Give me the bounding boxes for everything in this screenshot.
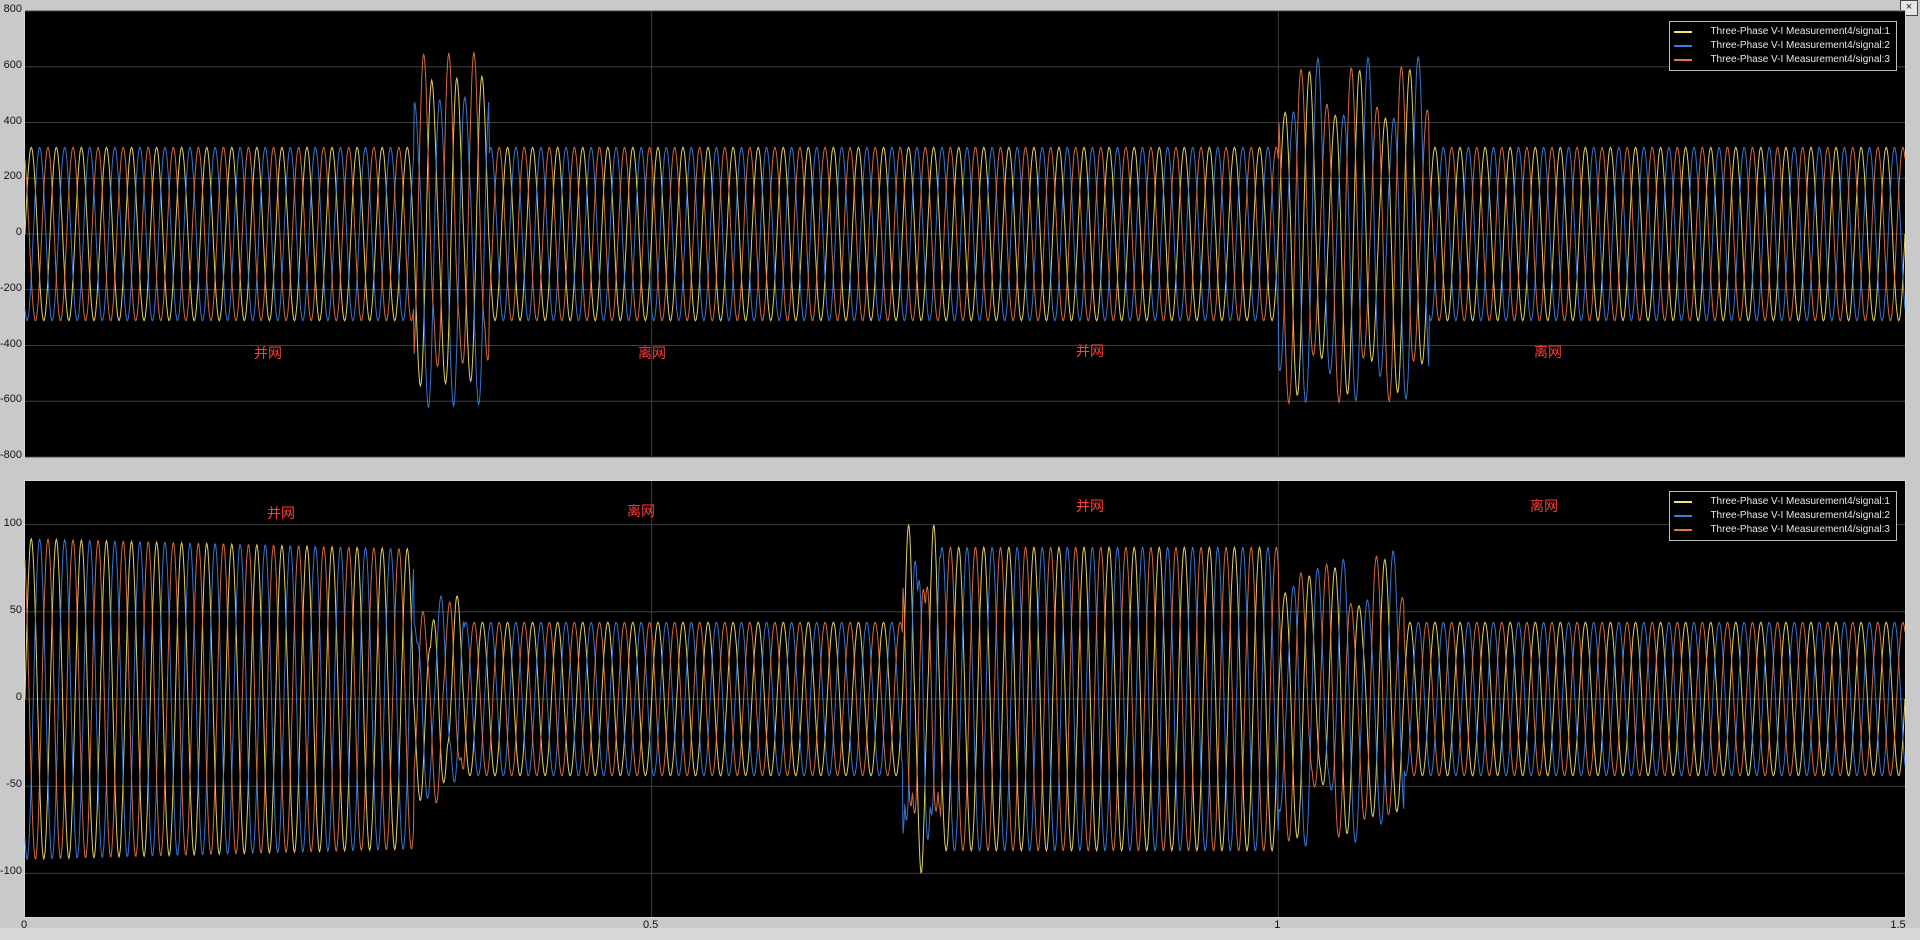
current-plot-canvas [24,481,1906,917]
legend-entry-signal3: Three-Phase V-I Measurement4/signal:3 [1674,53,1890,67]
voltage-plot-canvas [24,10,1906,458]
legend-label: Three-Phase V-I Measurement4/signal:1 [1710,26,1890,37]
y-tick-label: 200 [3,170,22,183]
scope-window: × Three-Phase V-I Measurement4/signal:1 … [0,0,1920,940]
legend-label: Three-Phase V-I Measurement4/signal:2 [1710,40,1890,51]
y-tick-label: -400 [0,337,22,350]
y-tick-label: 0 [15,226,22,238]
legend-entry-signal2: Three-Phase V-I Measurement4/signal:2 [1674,39,1890,53]
legend-label: Three-Phase V-I Measurement4/signal:3 [1710,524,1890,535]
legend-swatch-signal3 [1674,529,1693,531]
y-tick-label: 50 [9,603,22,616]
legend-swatch-signal3 [1674,59,1693,61]
annotation-grid-connected: 并网 [1076,499,1104,515]
legend-swatch-signal2 [1674,45,1693,47]
y-tick-label: -50 [6,778,22,791]
annotation-islanded: 离网 [638,346,666,362]
voltage-legend: Three-Phase V-I Measurement4/signal:1 Th… [1669,21,1897,71]
legend-entry-signal1: Three-Phase V-I Measurement4/signal:1 [1674,495,1890,509]
legend-entry-signal2: Three-Phase V-I Measurement4/signal:2 [1674,509,1890,523]
annotation-islanded: 离网 [1534,345,1562,361]
y-tick-label: -200 [0,281,22,294]
annotation-grid-connected: 并网 [267,506,295,522]
legend-swatch-signal2 [1674,515,1693,517]
current-plot[interactable]: Three-Phase V-I Measurement4/signal:1 Th… [24,480,1906,918]
legend-swatch-signal1 [1674,31,1693,33]
status-strip [0,928,1920,940]
legend-label: Three-Phase V-I Measurement4/signal:2 [1710,510,1890,521]
annotation-grid-connected: 并网 [254,346,282,362]
annotation-islanded: 离网 [627,504,655,520]
legend-label: Three-Phase V-I Measurement4/signal:1 [1710,496,1890,507]
legend-label: Three-Phase V-I Measurement4/signal:3 [1710,54,1890,65]
legend-swatch-signal1 [1674,501,1693,503]
y-tick-label: 400 [3,114,22,127]
legend-entry-signal1: Three-Phase V-I Measurement4/signal:1 [1674,25,1890,39]
y-tick-label: 100 [3,516,22,529]
current-legend: Three-Phase V-I Measurement4/signal:1 Th… [1669,491,1897,541]
y-tick-label: 0 [15,691,22,703]
annotation-islanded: 离网 [1530,499,1558,515]
y-tick-label: -600 [0,393,22,406]
y-tick-label: -100 [0,865,22,878]
voltage-plot[interactable]: Three-Phase V-I Measurement4/signal:1 Th… [24,10,1906,458]
y-tick-label: 800 [3,3,22,15]
y-tick-label: -800 [0,449,22,461]
annotation-grid-connected: 并网 [1076,344,1104,360]
y-tick-label: 600 [3,58,22,71]
legend-entry-signal3: Three-Phase V-I Measurement4/signal:3 [1674,523,1890,537]
series-line-signal1 [24,68,1906,397]
